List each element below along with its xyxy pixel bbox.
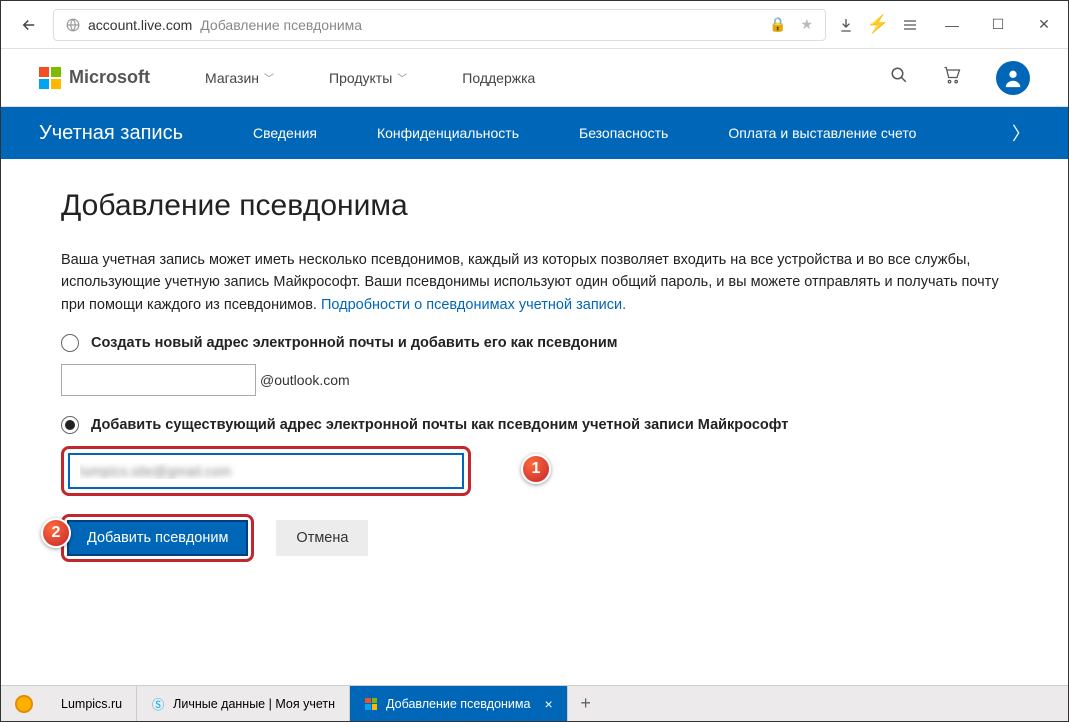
callout-badge-1: 1 xyxy=(521,454,551,484)
subnav-security[interactable]: Безопасность xyxy=(579,125,668,141)
chevron-down-icon: ﹀ xyxy=(397,70,407,85)
header-right xyxy=(890,61,1030,95)
nav-back-button[interactable] xyxy=(13,9,45,41)
logo-icon xyxy=(39,67,61,89)
tab-personal-data[interactable]: Ⓢ Личные данные | Моя учетн xyxy=(137,686,350,721)
subnav-privacy[interactable]: Конфиденциальность xyxy=(377,125,519,141)
radio-new[interactable] xyxy=(61,334,79,352)
radio-existing-label: Добавить существующий адрес электронной … xyxy=(91,417,788,433)
ms-tab-icon xyxy=(364,697,378,711)
subnav-title: Учетная запись xyxy=(39,122,183,145)
cart-icon[interactable] xyxy=(942,65,962,90)
lock-icon: 🔒 xyxy=(769,16,786,33)
url-domain: account.live.com xyxy=(88,17,192,33)
add-alias-button[interactable]: Добавить псевдоним xyxy=(67,520,248,556)
existing-email-input[interactable] xyxy=(68,453,464,489)
tab-close-icon[interactable]: × xyxy=(544,696,552,712)
subnav-next-arrow[interactable]: 〉 xyxy=(1012,120,1030,146)
nav-products[interactable]: Продукты﹀ xyxy=(329,70,407,86)
new-tab-button[interactable]: + xyxy=(568,693,604,714)
skype-icon: Ⓢ xyxy=(151,697,165,711)
avatar[interactable] xyxy=(996,61,1030,95)
page-title: Добавление псевдонима xyxy=(61,189,1008,223)
existing-email-wrap: 1 xyxy=(61,446,1008,496)
main-nav: Магазин﹀ Продукты﹀ Поддержка xyxy=(205,70,535,86)
url-path: Добавление псевдонима xyxy=(200,17,362,33)
main-content: Добавление псевдонима Ваша учетная запис… xyxy=(1,159,1068,592)
star-icon[interactable]: ★ xyxy=(800,16,813,33)
cancel-button[interactable]: Отмена xyxy=(276,520,368,556)
menu-icon[interactable] xyxy=(898,13,922,37)
close-button[interactable]: ✕ xyxy=(1032,13,1056,37)
address-icons: 🔒 ★ xyxy=(769,16,813,33)
site-header: Microsoft Магазин﹀ Продукты﹀ Поддержка xyxy=(1,49,1068,107)
microsoft-logo[interactable]: Microsoft xyxy=(39,67,150,89)
tab-add-alias[interactable]: Добавление псевдонима × xyxy=(350,686,568,721)
intro-text: Ваша учетная запись может иметь нескольк… xyxy=(61,249,1008,316)
address-bar[interactable]: account.live.com Добавление псевдонима 🔒… xyxy=(53,9,826,41)
search-icon[interactable] xyxy=(890,66,908,89)
tab-lumpics[interactable]: Lumpics.ru xyxy=(47,686,137,721)
option-new-email[interactable]: Создать новый адрес электронной почты и … xyxy=(61,334,1008,352)
button-row: 2 Добавить псевдоним Отмена xyxy=(61,514,1008,562)
maximize-button[interactable]: ☐ xyxy=(986,13,1010,37)
subnav-items: Сведения Конфиденциальность Безопасность… xyxy=(253,125,916,141)
window-controls: — ☐ ✕ xyxy=(940,13,1056,37)
nav-support[interactable]: Поддержка xyxy=(462,70,535,86)
nav-store[interactable]: Магазин﹀ xyxy=(205,70,274,86)
browser-toolbar: account.live.com Добавление псевдонима 🔒… xyxy=(1,1,1068,49)
email-suffix: @outlook.com xyxy=(260,372,350,388)
new-email-row: @outlook.com xyxy=(61,364,1008,396)
new-email-input[interactable] xyxy=(61,364,256,396)
globe-icon xyxy=(66,18,80,32)
chevron-down-icon: ﹀ xyxy=(264,70,274,85)
callout-outline-2: Добавить псевдоним xyxy=(61,514,254,562)
browser-home-icon[interactable] xyxy=(15,695,33,713)
account-subnav: Учетная запись Сведения Конфиденциальнос… xyxy=(1,107,1068,159)
subnav-billing[interactable]: Оплата и выставление счето xyxy=(728,125,916,141)
download-icon[interactable] xyxy=(834,13,858,37)
alias-details-link[interactable]: Подробности о псевдонимах учетной записи… xyxy=(321,297,626,313)
minimize-button[interactable]: — xyxy=(940,13,964,37)
subnav-info[interactable]: Сведения xyxy=(253,125,317,141)
radio-new-label: Создать новый адрес электронной почты и … xyxy=(91,335,617,351)
brand-text: Microsoft xyxy=(69,67,150,88)
option-existing-email[interactable]: Добавить существующий адрес электронной … xyxy=(61,416,1008,434)
extension-icon[interactable]: ⚡ xyxy=(866,13,890,37)
radio-existing[interactable] xyxy=(61,416,79,434)
callout-outline-1 xyxy=(61,446,471,496)
browser-tabbar: Lumpics.ru Ⓢ Личные данные | Моя учетн Д… xyxy=(1,685,1068,721)
